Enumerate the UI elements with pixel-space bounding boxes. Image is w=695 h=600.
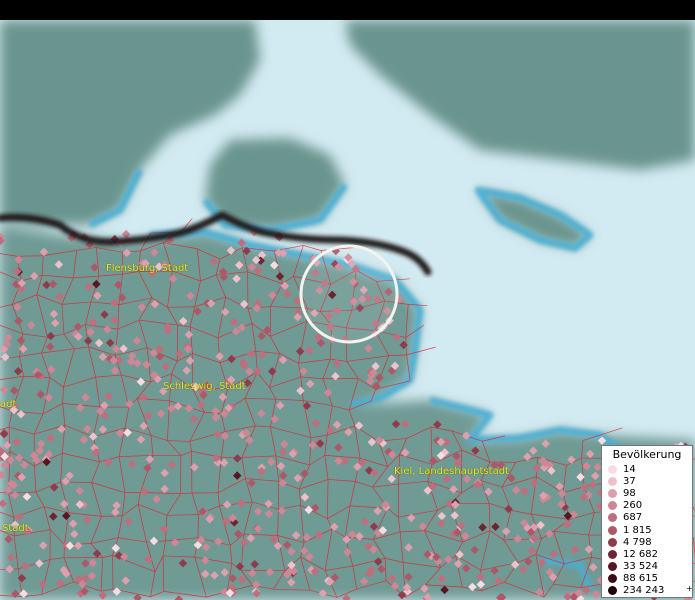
legend-rows: 14 37 98 260 687 1 815 4 798 12 682 33 5… xyxy=(606,463,688,597)
legend-item-label: 1 815 xyxy=(623,524,652,536)
legend-item-label: 37 xyxy=(623,475,636,487)
legend-swatch-icon xyxy=(608,501,617,511)
legend-swatch-icon xyxy=(608,476,617,486)
legend-item-label: 12 682 xyxy=(623,548,658,560)
legend-item: 88 615 xyxy=(606,573,688,585)
legend-item: 12 682 xyxy=(606,548,688,560)
legend-item-label: 4 798 xyxy=(623,536,652,548)
legend-item-label: 14 xyxy=(623,463,636,475)
legend-swatch-icon xyxy=(608,549,617,559)
legend-item-label: 687 xyxy=(623,512,643,524)
legend-swatch-icon xyxy=(608,488,617,498)
legend-item-label: 88 615 xyxy=(623,573,658,585)
legend-item: 260 xyxy=(606,500,688,512)
legend-item-label: 260 xyxy=(623,500,643,512)
legend-swatch-icon xyxy=(608,464,617,474)
legend-swatch-icon xyxy=(608,562,617,572)
legend-swatch-icon xyxy=(608,574,617,584)
legend-item: 687 xyxy=(606,512,688,524)
city-label-stadt-west: Stadt xyxy=(2,523,29,534)
legend-item: 37 xyxy=(606,475,688,487)
city-label-flensburg: Flensburg, Stadt xyxy=(106,263,189,274)
legend-item: 1 815 xyxy=(606,524,688,536)
legend-item-label: 234 243 xyxy=(623,585,665,597)
legend-swatch-icon xyxy=(608,537,617,547)
top-black-bar xyxy=(0,0,695,20)
legend-title: Bevölkerung xyxy=(612,448,682,461)
map-view[interactable]: Flensburg, Stadt Schleswig, Stadt Kiel, … xyxy=(0,20,695,600)
legend-swatch-icon xyxy=(608,525,617,535)
city-label-schleswig: Schleswig, Stadt xyxy=(163,381,246,392)
legend-item: 98 xyxy=(606,487,688,499)
legend-item-label: 98 xyxy=(623,487,636,499)
legend-item: 14 xyxy=(606,463,688,475)
population-legend: Bevölkerung 14 37 98 260 687 1 815 4 798… xyxy=(601,445,693,598)
legend-item: 234 243 xyxy=(606,585,688,597)
map-canvas[interactable] xyxy=(0,20,695,600)
city-label-adt-west: adt xyxy=(0,399,17,410)
legend-item: 33 524 xyxy=(606,561,688,573)
legend-item: 4 798 xyxy=(606,536,688,548)
highlight-circle[interactable] xyxy=(299,244,399,344)
legend-plus-sign: + xyxy=(686,584,693,593)
legend-swatch-icon xyxy=(608,586,617,596)
city-label-kiel: Kiel, Landeshauptstadt xyxy=(394,466,509,477)
legend-item-label: 33 524 xyxy=(623,561,658,573)
legend-swatch-icon xyxy=(608,513,617,523)
